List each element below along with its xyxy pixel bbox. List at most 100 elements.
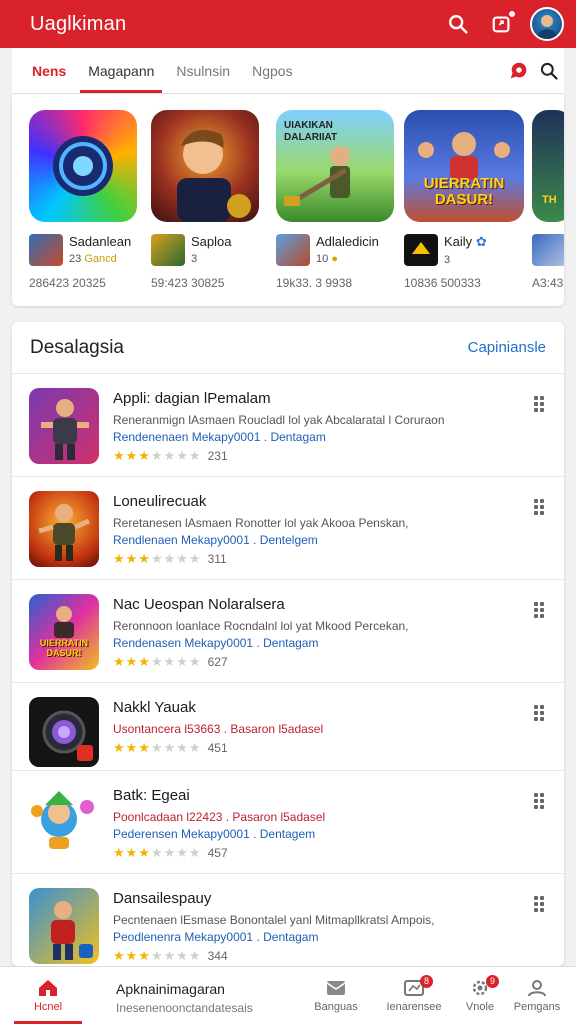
app-developer: Pederensen Mekapy0001 . Dentagem <box>113 827 316 841</box>
section-see-all-link[interactable]: Capinianslе <box>468 339 546 356</box>
app-thumbnail <box>29 697 99 767</box>
rating-count: 451 <box>207 741 228 755</box>
settings-icon: 9 <box>469 975 499 997</box>
app-description: Pecntenaen lEsmase Bonontalel yanl Mitma… <box>113 913 435 927</box>
mail-icon <box>325 979 347 997</box>
rating-count: 627 <box>207 655 228 669</box>
list-item[interactable]: Batk: Egeai Poonlcadaan l22423 . Pasaron… <box>12 771 564 874</box>
featured-item[interactable]: UIERRATIN DASUR! Kaily ✿ 3 10836 500333 <box>404 110 524 290</box>
rating-stars: ★★★★★★★ <box>113 948 202 963</box>
location-button[interactable] <box>504 48 534 93</box>
more-vert-icon[interactable] <box>534 896 546 912</box>
tab-news[interactable]: Nens <box>24 48 74 93</box>
app-thumbnail <box>29 888 99 964</box>
app-description: Reretanesen lAsmaen Ronotter lol yak Ako… <box>113 516 409 530</box>
app-developer: Rendenasen Mekapy0001 . Dentagam <box>113 636 319 650</box>
featured-art <box>151 110 259 222</box>
rating-stars: ★★★★★★★ <box>113 551 202 566</box>
app-developer: Rendenenaen Mekapy0001 . Dentagam <box>113 430 326 444</box>
app-name: Batk: Egeai <box>113 787 190 804</box>
featured-art: UIAKIKAN DALARIIAT <box>276 110 394 222</box>
grid-icon: 8 <box>403 975 433 997</box>
app-developer: Peodlenenra Mekapy0001 . Dentagam <box>113 930 319 944</box>
bottom-navigation: Hcnel Apknainimagaran Inesenenoonctandat… <box>0 966 576 1024</box>
search-icon <box>540 62 558 80</box>
nav-label: Ienarensee <box>386 1001 442 1013</box>
featured-art-text: UIAKIKAN DALARIIAT <box>284 120 338 143</box>
tab-ngpos[interactable]: Ngpos <box>244 48 300 93</box>
featured-tag: Gancd <box>84 253 117 265</box>
featured-count: 23 <box>69 253 82 265</box>
more-vert-icon[interactable] <box>534 602 546 618</box>
search-button[interactable] <box>440 6 476 42</box>
list-item[interactable]: Nakkl Yauak Usontancera l53663 . Basaron… <box>12 683 564 771</box>
featured-item[interactable]: Sadanlean 23 Gancd 286423 20325 <box>29 110 145 290</box>
nav-label: Pemgans <box>513 1001 561 1013</box>
featured-item[interactable]: TH A3:43 <box>532 110 564 290</box>
person-icon <box>526 979 548 997</box>
nav-home[interactable]: Hcnel <box>14 979 82 1024</box>
rating-count: 344 <box>207 949 228 963</box>
list-item[interactable]: Dansailespauy Pecntenaen lEsmase Bononta… <box>12 874 564 966</box>
app-thumbnail <box>29 785 99 861</box>
featured-art-text: UIERRATIN DASUR! <box>423 175 505 208</box>
app-list-section: Desalagsia Capinianslе Appli: dagian lPe… <box>12 322 564 966</box>
app-name: Nakkl Yauak <box>113 699 196 716</box>
location-pin-icon <box>510 62 527 78</box>
featured-count: 10 <box>316 253 329 265</box>
featured-stat: A3:43 <box>532 276 564 290</box>
list-item[interactable]: Loneulirecuak Reretanesen lAsmaen Ronott… <box>12 477 564 580</box>
nav-center-info[interactable]: Apknainimagaran Inesenenoonctandatesais <box>116 981 253 1015</box>
list-item[interactable]: Appli: dagian lPemalam Reneranmign lAsma… <box>12 374 564 477</box>
app-thumbnail-text: UIERRATIN DASUR! <box>39 638 89 658</box>
nav-vnole[interactable]: 9 Vnole <box>462 975 499 1013</box>
app-description: Usontancera l53663 . Basaron l5adasel <box>113 722 324 736</box>
app-name: Dansailespauy <box>113 890 212 907</box>
tab-bar: Nens Magapann Nsulnsin Ngpos <box>12 48 564 94</box>
featured-art: TH <box>532 110 564 222</box>
list-item[interactable]: UIERRATIN DASUR! Nac Ueospan Nolaralsera… <box>12 580 564 683</box>
rating-count: 457 <box>207 846 228 860</box>
rating-stars: ★★★★★★★ <box>113 448 202 463</box>
rating-stars: ★★★★★★★ <box>113 654 202 669</box>
avatar[interactable] <box>530 7 564 41</box>
share-button[interactable] <box>484 6 520 42</box>
featured-mini-icon <box>532 234 564 266</box>
featured-art: UIERRATIN DASUR! <box>404 110 524 222</box>
more-vert-icon[interactable] <box>534 793 546 809</box>
app-name: Nac Ueospan Nolaralsera <box>113 596 285 613</box>
top-app-bar: Uaglkiman <box>0 0 576 48</box>
featured-item[interactable]: UIAKIKAN DALARIIAT Adlaledicin 10 ● 19k3… <box>276 110 394 290</box>
app-developer: Rendlenaen Mekapy0001 . Dentelgem <box>113 533 318 547</box>
tab-nsulnsin[interactable]: Nsulnsin <box>168 48 238 93</box>
featured-item[interactable]: Saploa 3 59:423 30825 <box>151 110 267 290</box>
featured-art-text: TH <box>542 194 557 206</box>
more-vert-icon[interactable] <box>534 705 546 721</box>
app-thumbnail <box>29 388 99 464</box>
tab-search-button[interactable] <box>534 48 564 93</box>
nav-label: Banguas <box>314 1001 358 1013</box>
featured-art <box>29 110 137 222</box>
nav-ienarensee[interactable]: 8 Ienarensee <box>380 975 448 1013</box>
search-icon <box>449 15 468 34</box>
more-vert-icon[interactable] <box>534 499 546 515</box>
app-thumbnail: UIERRATIN DASUR! <box>29 594 99 670</box>
featured-mini-icon <box>404 234 438 266</box>
tab-magapann[interactable]: Magapann <box>80 48 163 93</box>
app-thumbnail <box>29 491 99 567</box>
more-vert-icon[interactable] <box>534 396 546 412</box>
featured-mini-icon <box>29 234 63 266</box>
nav-badge: 8 <box>420 975 433 988</box>
featured-count: 3 <box>444 254 451 266</box>
section-title: Desalagsia <box>30 336 124 358</box>
nav-label: Vnole <box>465 1001 495 1013</box>
nav-pemgans[interactable]: Pemgans <box>512 979 562 1013</box>
nav-banguas[interactable]: Banguas <box>312 979 360 1013</box>
featured-carousel: Sadanlean 23 Gancd 286423 20325 Saploa 3… <box>12 94 564 306</box>
rating-stars: ★★★★★★★ <box>113 740 202 755</box>
rating-count: 231 <box>207 449 228 463</box>
rating-count: 311 <box>207 552 227 566</box>
featured-name: Kaily <box>444 234 473 249</box>
app-description: Poonlcadaan l22423 . Pasaron l5adasel <box>113 810 326 824</box>
notification-dot <box>508 10 516 18</box>
